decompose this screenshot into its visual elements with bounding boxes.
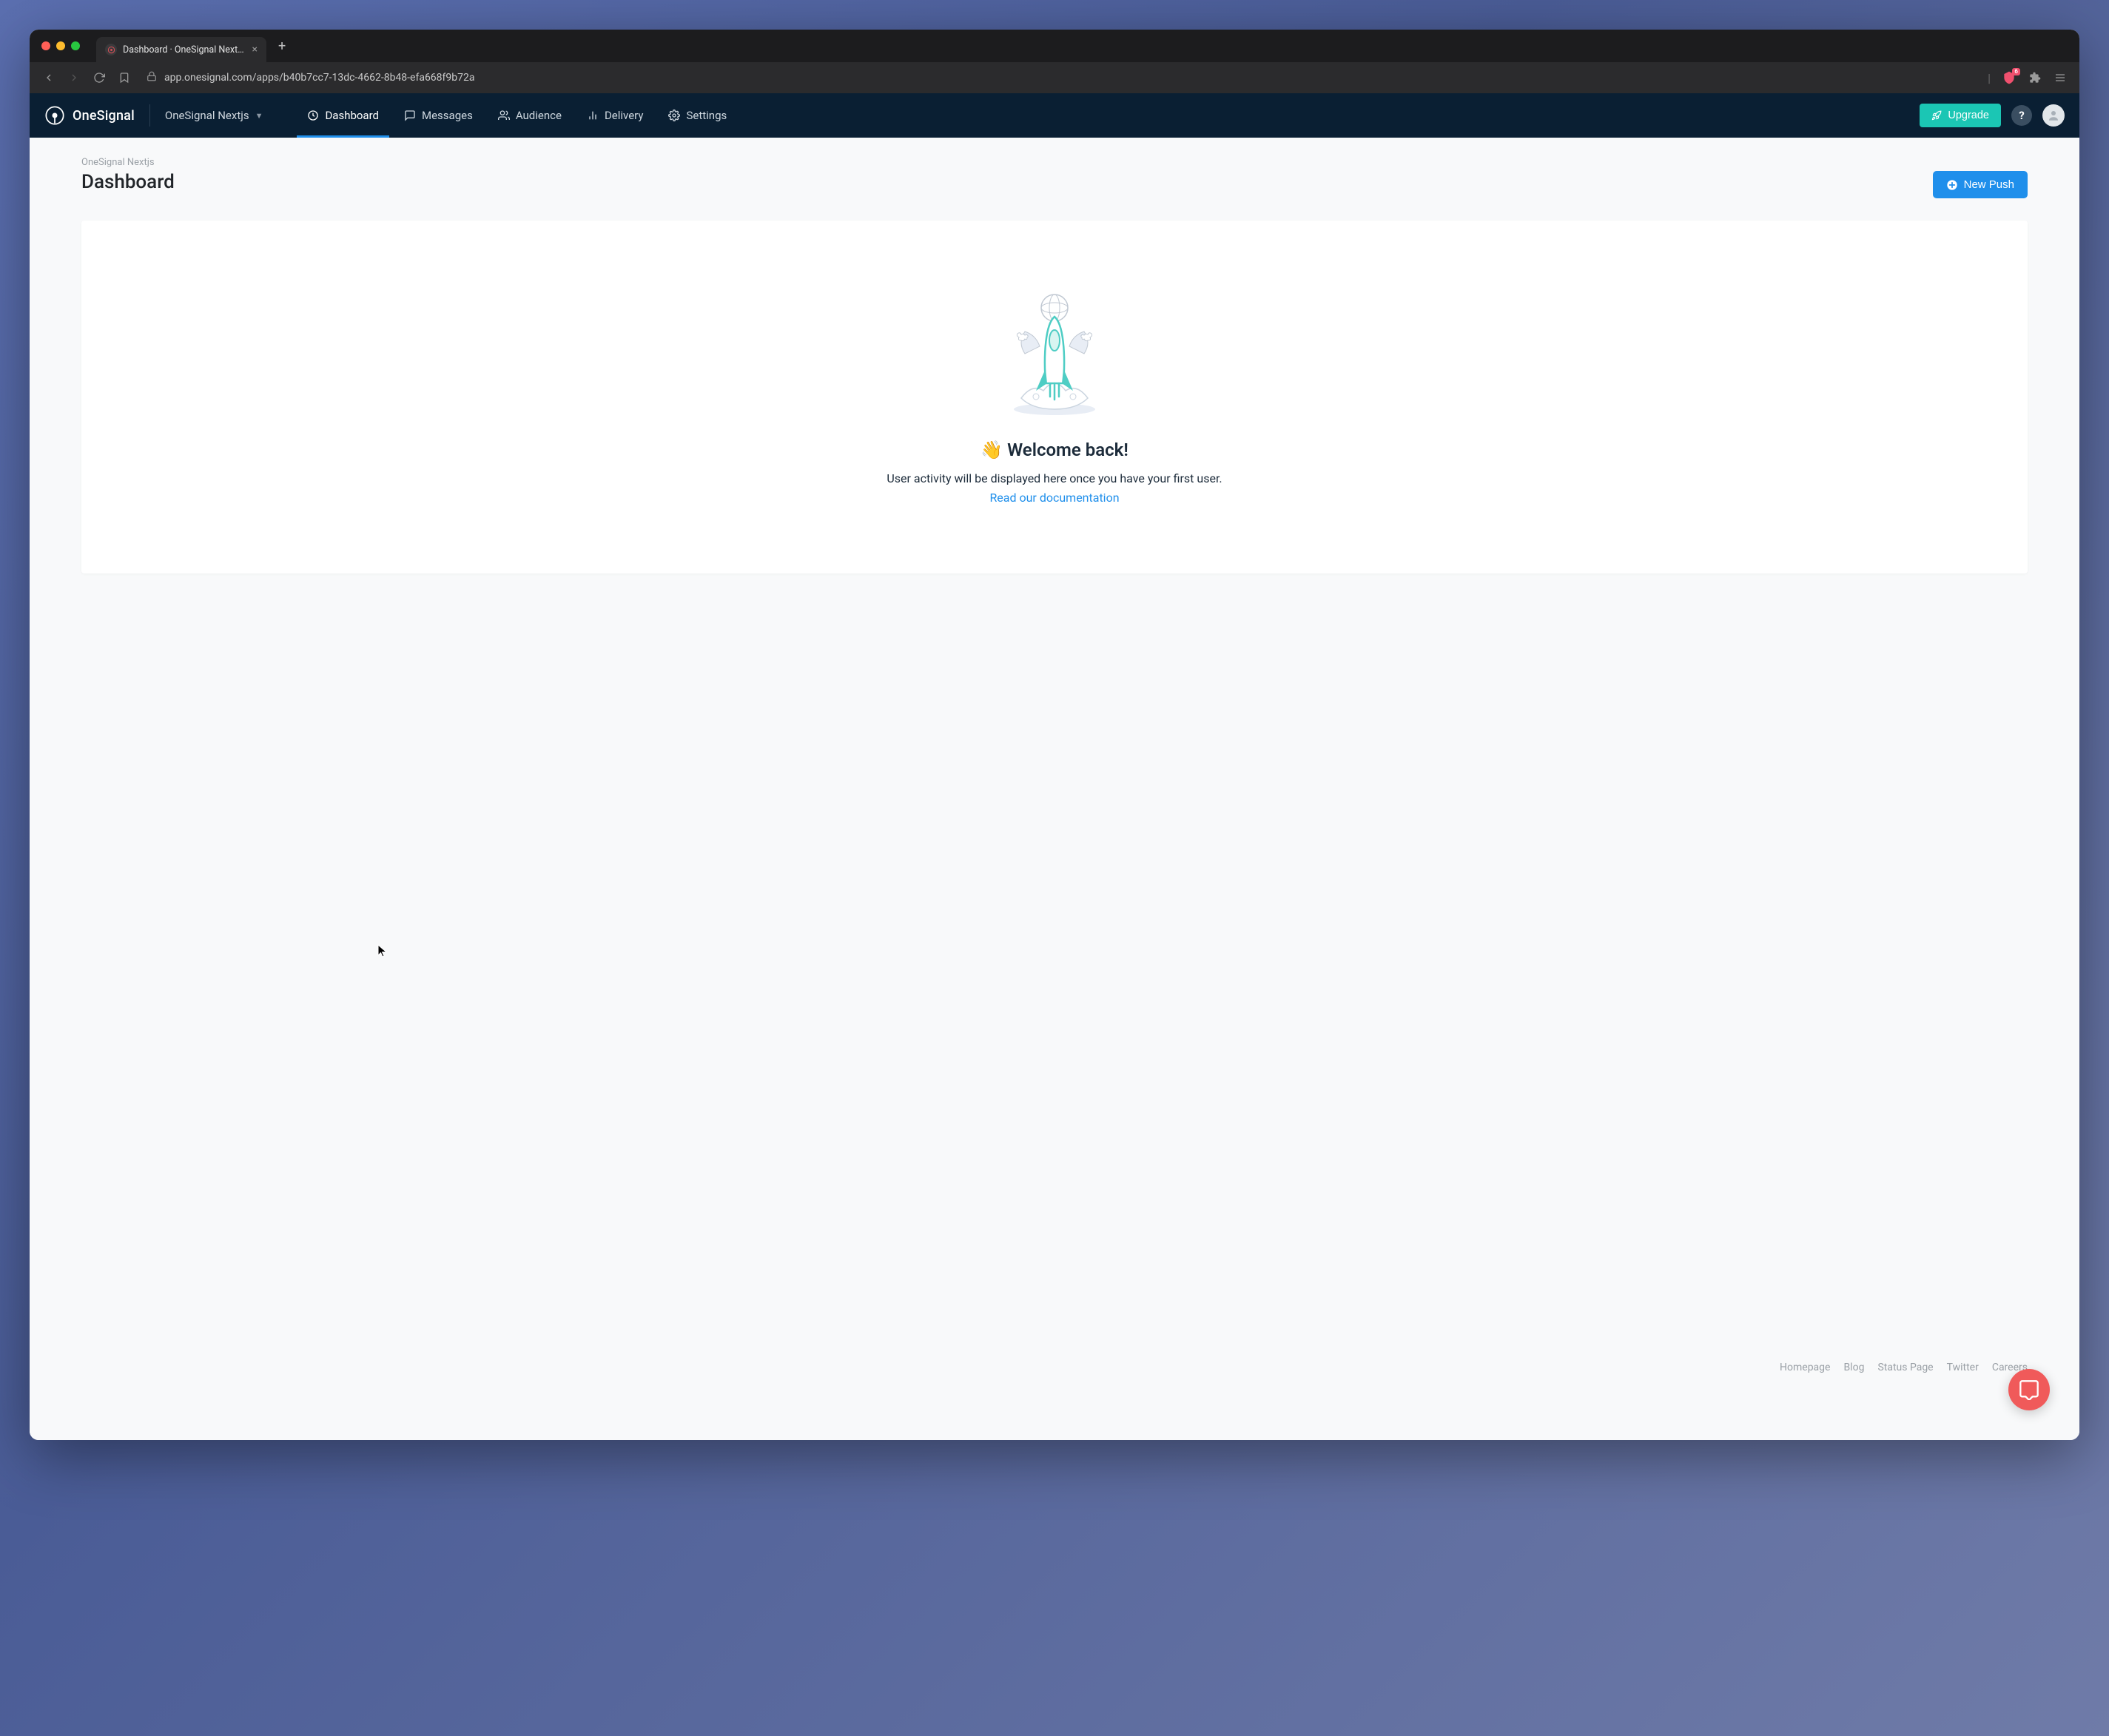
- address-bar[interactable]: app.onesignal.com/apps/b40b7cc7-13dc-466…: [142, 71, 1977, 84]
- nav-audience[interactable]: Audience: [488, 93, 572, 138]
- header-separator: [149, 104, 150, 127]
- shield-icon[interactable]: 6: [2001, 70, 2017, 86]
- upgrade-button[interactable]: Upgrade: [1920, 104, 2001, 127]
- app-selector[interactable]: OneSignal Nextjs ▼: [165, 109, 263, 122]
- messages-icon: [404, 110, 416, 121]
- toolbar-separator: |: [1988, 71, 1991, 85]
- url-text: app.onesignal.com/apps/b40b7cc7-13dc-466…: [164, 72, 475, 84]
- new-push-label: New Push: [1964, 178, 2014, 191]
- browser-tab[interactable]: Dashboard · OneSignal Nextjs | ×: [96, 37, 266, 62]
- user-icon: [2047, 109, 2060, 122]
- toolbar-right: | 6: [1988, 70, 2068, 86]
- rocket-icon: [1931, 110, 1942, 121]
- cursor-icon: [377, 944, 388, 958]
- footer-twitter[interactable]: Twitter: [1947, 1362, 1979, 1373]
- nav-dashboard[interactable]: Dashboard: [297, 93, 389, 138]
- footer-homepage[interactable]: Homepage: [1780, 1362, 1830, 1373]
- extensions-icon[interactable]: [2028, 70, 2042, 85]
- browser-toolbar: app.onesignal.com/apps/b40b7cc7-13dc-466…: [30, 62, 2079, 93]
- audience-icon: [498, 110, 510, 121]
- page-title-row: Dashboard New Push: [81, 171, 2028, 198]
- avatar[interactable]: [2042, 104, 2065, 127]
- new-tab-button[interactable]: +: [278, 38, 286, 54]
- window-controls: [41, 41, 80, 50]
- window-minimize-button[interactable]: [56, 41, 65, 50]
- main-nav: Dashboard Messages Audience Delivery Set…: [297, 93, 737, 138]
- window-close-button[interactable]: [41, 41, 50, 50]
- browser-menu-icon[interactable]: [2053, 70, 2068, 85]
- back-button[interactable]: [41, 70, 56, 85]
- reload-button[interactable]: [92, 70, 107, 85]
- lock-icon: [147, 71, 157, 84]
- nav-messages-label: Messages: [422, 109, 473, 122]
- browser-tab-title: Dashboard · OneSignal Nextjs |: [123, 44, 246, 55]
- header-right: Upgrade ?: [1920, 104, 2065, 127]
- dashboard-icon: [307, 110, 319, 121]
- rocket-illustration: [980, 280, 1128, 428]
- nav-settings[interactable]: Settings: [658, 93, 737, 138]
- page-title: Dashboard: [81, 171, 175, 193]
- page-content: OneSignal Nextjs Dashboard New Push: [30, 138, 2079, 1440]
- forward-button[interactable]: [67, 70, 81, 85]
- browser-tab-strip: Dashboard · OneSignal Nextjs | × +: [30, 30, 2079, 62]
- nav-messages[interactable]: Messages: [394, 93, 483, 138]
- nav-settings-label: Settings: [686, 109, 727, 122]
- delivery-icon: [587, 110, 599, 121]
- window-maximize-button[interactable]: [71, 41, 80, 50]
- documentation-link[interactable]: Read our documentation: [887, 488, 1222, 508]
- plus-circle-icon: [1946, 179, 1958, 191]
- gear-icon: [668, 110, 680, 121]
- close-tab-icon[interactable]: ×: [252, 44, 258, 55]
- new-push-button[interactable]: New Push: [1933, 171, 2028, 198]
- nav-dashboard-label: Dashboard: [325, 109, 379, 122]
- help-button[interactable]: ?: [2011, 105, 2032, 126]
- app-selector-label: OneSignal Nextjs: [165, 109, 249, 122]
- nav-delivery[interactable]: Delivery: [576, 93, 654, 138]
- app-header: OneSignal OneSignal Nextjs ▼ Dashboard M…: [30, 93, 2079, 138]
- onesignal-favicon: [105, 44, 117, 55]
- upgrade-label: Upgrade: [1948, 110, 1989, 121]
- onesignal-logo-icon: [44, 105, 65, 126]
- bookmark-icon[interactable]: [117, 70, 132, 85]
- browser-window: Dashboard · OneSignal Nextjs | × + app.o…: [30, 30, 2079, 1440]
- welcome-subtext: User activity will be displayed here onc…: [887, 471, 1222, 485]
- nav-audience-label: Audience: [516, 109, 562, 122]
- empty-state-card: 👋 Welcome back! User activity will be di…: [81, 221, 2028, 573]
- chat-icon: [2019, 1379, 2039, 1400]
- welcome-subtext-wrap: User activity will be displayed here onc…: [887, 469, 1222, 507]
- chevron-down-icon: ▼: [255, 111, 263, 121]
- footer-blog[interactable]: Blog: [1843, 1362, 1864, 1373]
- brand-logo[interactable]: OneSignal: [44, 105, 135, 126]
- shield-badge-count: 6: [2012, 68, 2020, 75]
- breadcrumb: OneSignal Nextjs: [81, 157, 2028, 168]
- brand-name: OneSignal: [73, 108, 135, 124]
- welcome-heading: 👋 Welcome back!: [980, 440, 1128, 460]
- nav-delivery-label: Delivery: [605, 109, 644, 122]
- help-label: ?: [2019, 109, 2024, 122]
- chat-widget-button[interactable]: [2008, 1369, 2050, 1410]
- footer-status[interactable]: Status Page: [1877, 1362, 1933, 1373]
- footer-links: Homepage Blog Status Page Twitter Career…: [1780, 1362, 2028, 1373]
